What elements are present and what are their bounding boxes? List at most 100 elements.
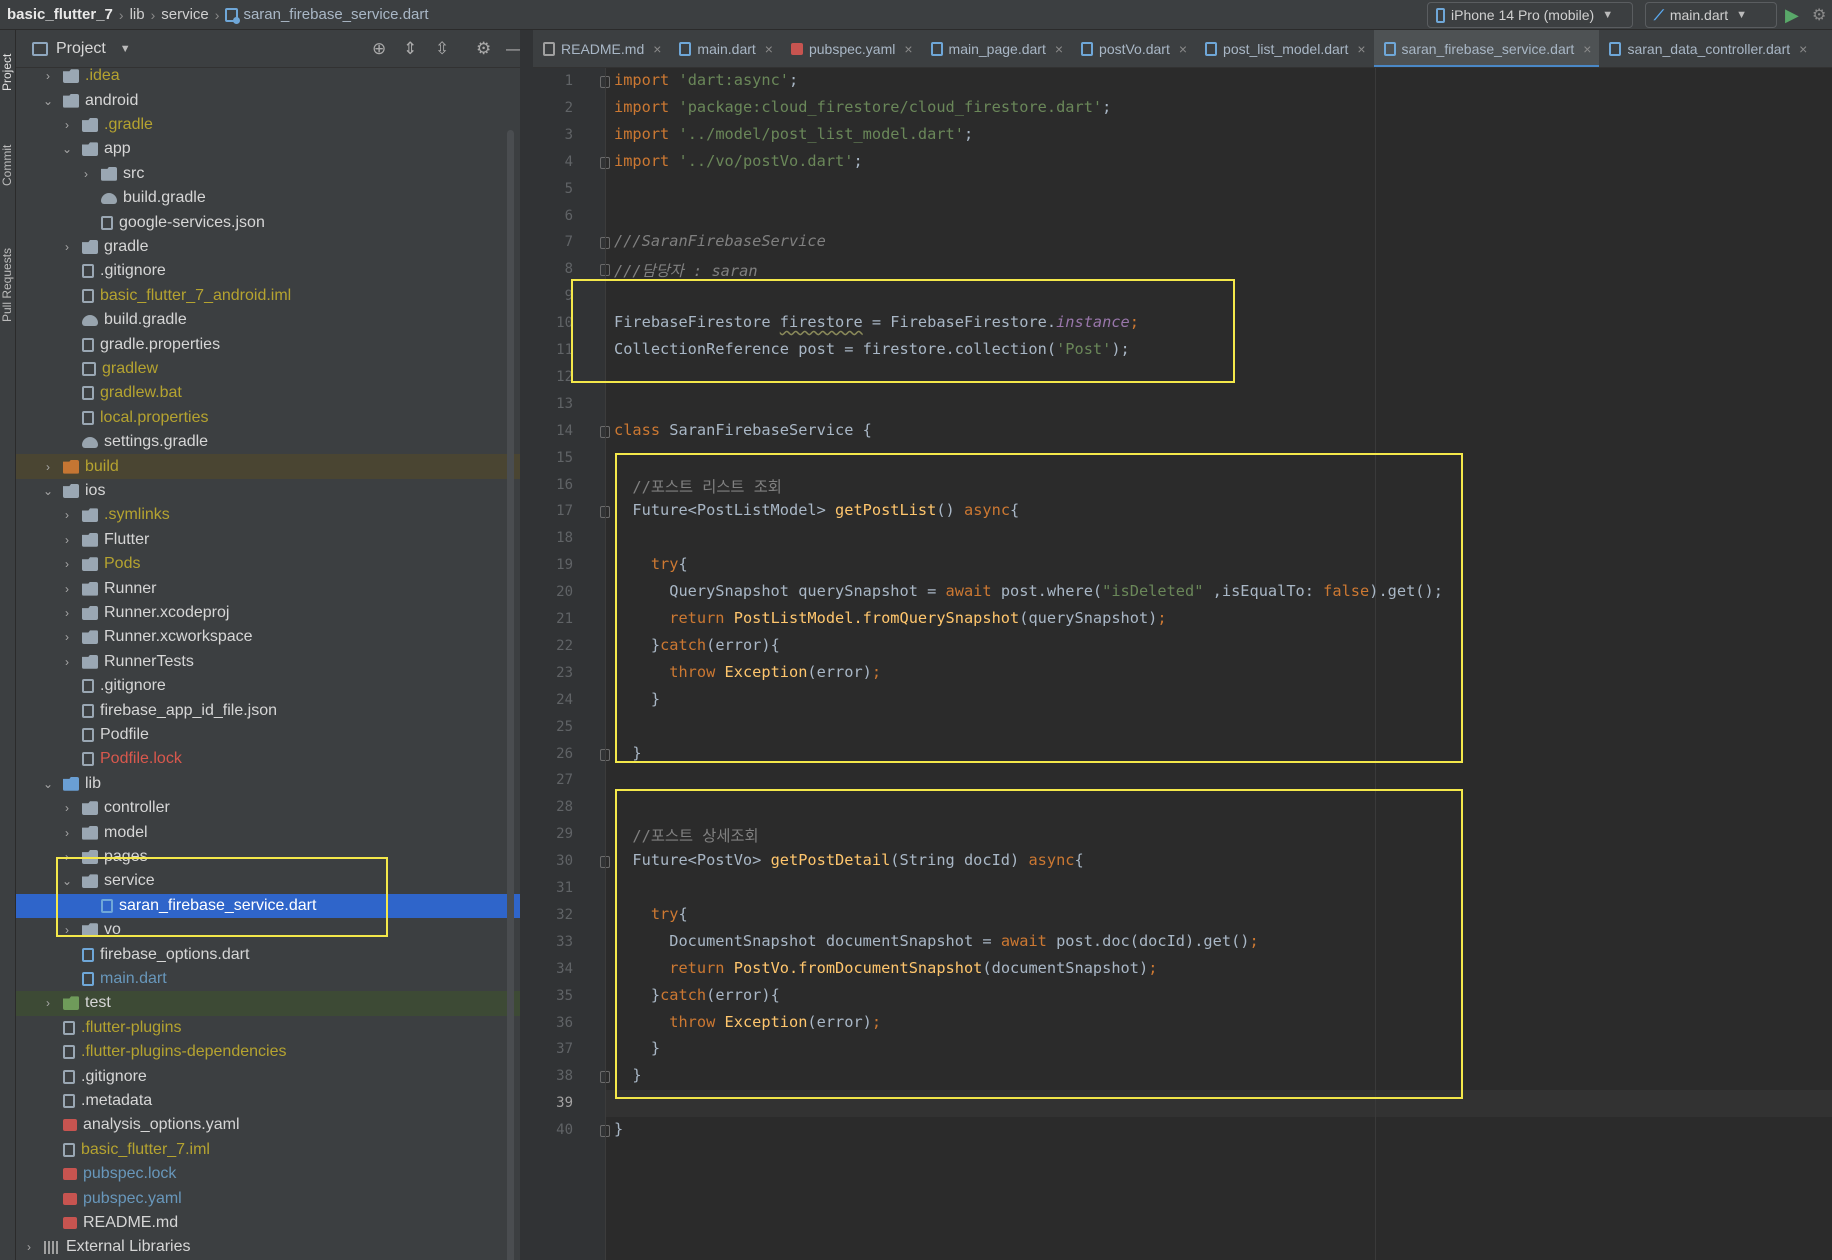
- tree-item[interactable]: pubspec.lock: [16, 1162, 520, 1186]
- editor-tab[interactable]: saran_firebase_service.dart ×: [1373, 30, 1600, 67]
- tree-item[interactable]: › .gradle: [16, 113, 520, 137]
- tree-item[interactable]: Podfile: [16, 723, 520, 747]
- chevron-right-icon[interactable]: ›: [60, 240, 74, 254]
- breadcrumb-lib[interactable]: lib: [130, 6, 145, 23]
- tree-item[interactable]: Podfile.lock: [16, 747, 520, 771]
- tree-item[interactable]: › External Libraries: [16, 1235, 520, 1259]
- tree-item[interactable]: › Runner: [16, 576, 520, 600]
- tree-item[interactable]: build.gradle: [16, 308, 520, 332]
- tree-item[interactable]: firebase_options.dart: [16, 942, 520, 966]
- close-icon[interactable]: ×: [653, 41, 661, 57]
- chevron-down-icon[interactable]: ⌄: [60, 142, 74, 156]
- tree-item[interactable]: › Pods: [16, 552, 520, 576]
- run-icon[interactable]: ▶: [1785, 5, 1805, 25]
- tree-item[interactable]: .metadata: [16, 1089, 520, 1113]
- tree-item[interactable]: basic_flutter_7_android.iml: [16, 284, 520, 308]
- chevron-down-icon[interactable]: ⌄: [41, 94, 55, 108]
- project-scrollbar[interactable]: [507, 130, 514, 1260]
- collapse-all-icon[interactable]: ⇳: [435, 39, 449, 59]
- tree-item[interactable]: README.md: [16, 1211, 520, 1235]
- tree-item[interactable]: gradlew: [16, 357, 520, 381]
- chevron-right-icon[interactable]: ›: [41, 69, 55, 83]
- breadcrumb-file[interactable]: saran_firebase_service.dart: [243, 6, 428, 23]
- chevron-down-icon[interactable]: ⌄: [41, 777, 55, 791]
- chevron-right-icon[interactable]: ›: [60, 118, 74, 132]
- tree-item[interactable]: .flutter-plugins-dependencies: [16, 1040, 520, 1064]
- tree-item[interactable]: local.properties: [16, 406, 520, 430]
- editor-tab[interactable]: postVo.dart ×: [1071, 30, 1195, 67]
- tree-item[interactable]: › build: [16, 454, 520, 479]
- close-icon[interactable]: ×: [1583, 41, 1591, 57]
- close-icon[interactable]: ×: [1179, 41, 1187, 57]
- commit-tool-tab[interactable]: Commit: [0, 130, 16, 200]
- code-editor[interactable]: 1 2 3 4 5 6 7 8 9 10 11 12 13 14 15 16 17 18 19 20 21 22 23 24 2…: [533, 68, 1832, 1260]
- tree-item[interactable]: › RunnerTests: [16, 650, 520, 674]
- tree-item[interactable]: › .symlinks: [16, 503, 520, 527]
- tree-item[interactable]: gradlew.bat: [16, 381, 520, 405]
- tree-item[interactable]: gradle.properties: [16, 332, 520, 356]
- tree-item[interactable]: pubspec.yaml: [16, 1186, 520, 1210]
- tree-item[interactable]: › src: [16, 162, 520, 186]
- editor-tab[interactable]: README.md ×: [533, 30, 669, 67]
- tree-item[interactable]: ⌄ app: [16, 137, 520, 161]
- tree-item[interactable]: basic_flutter_7.iml: [16, 1138, 520, 1162]
- chevron-down-icon[interactable]: ⌄: [41, 484, 55, 498]
- hide-panel-icon[interactable]: —: [506, 39, 520, 59]
- tree-item[interactable]: .flutter-plugins: [16, 1016, 520, 1040]
- gear-icon[interactable]: ⚙: [476, 39, 491, 59]
- tree-item[interactable]: saran_firebase_service.dart: [16, 893, 520, 918]
- chevron-right-icon[interactable]: ›: [22, 1240, 36, 1254]
- chevron-right-icon[interactable]: ›: [60, 655, 74, 669]
- tree-item[interactable]: settings.gradle: [16, 430, 520, 454]
- chevron-right-icon[interactable]: ›: [41, 460, 55, 474]
- expand-all-icon[interactable]: ⇕: [403, 39, 417, 59]
- locate-icon[interactable]: ⊕: [372, 39, 386, 59]
- project-tool-tab[interactable]: Project: [0, 42, 16, 102]
- tree-item[interactable]: › pages: [16, 845, 520, 869]
- chevron-right-icon[interactable]: ›: [79, 167, 93, 181]
- close-icon[interactable]: ×: [1357, 41, 1365, 57]
- close-icon[interactable]: ×: [1055, 41, 1063, 57]
- chevron-right-icon[interactable]: ›: [60, 801, 74, 815]
- tree-item[interactable]: › Runner.xcodeproj: [16, 601, 520, 625]
- breadcrumb-project[interactable]: basic_flutter_7: [7, 6, 113, 23]
- project-view-selector[interactable]: Project: [56, 40, 106, 58]
- run-config-selector[interactable]: ⟋ main.dart ▼: [1645, 2, 1777, 28]
- tree-item[interactable]: ⌄ service: [16, 869, 520, 893]
- tree-item[interactable]: › Runner.xcworkspace: [16, 625, 520, 649]
- tree-item[interactable]: › controller: [16, 796, 520, 820]
- chevron-right-icon[interactable]: ›: [60, 826, 74, 840]
- tree-item[interactable]: ⌄ lib: [16, 772, 520, 796]
- tree-item[interactable]: main.dart: [16, 967, 520, 991]
- editor-tab[interactable]: main.dart ×: [669, 30, 781, 67]
- editor-tab[interactable]: saran_data_controller.dart ×: [1599, 30, 1815, 67]
- panel-splitter[interactable]: [520, 30, 533, 1260]
- chevron-right-icon[interactable]: ›: [60, 850, 74, 864]
- tree-item[interactable]: › Flutter: [16, 528, 520, 552]
- breadcrumb-service[interactable]: service: [161, 6, 209, 23]
- tree-item[interactable]: analysis_options.yaml: [16, 1113, 520, 1137]
- tree-item[interactable]: .gitignore: [16, 674, 520, 698]
- close-icon[interactable]: ×: [765, 41, 773, 57]
- chevron-down-icon[interactable]: ⌄: [60, 874, 74, 888]
- device-selector[interactable]: iPhone 14 Pro (mobile) ▼: [1427, 2, 1633, 28]
- tree-item[interactable]: build.gradle: [16, 186, 520, 210]
- chevron-down-icon[interactable]: ▼: [120, 43, 131, 55]
- chevron-right-icon[interactable]: ›: [60, 606, 74, 620]
- pull-requests-tool-tab[interactable]: Pull Requests: [0, 230, 16, 340]
- settings-icon[interactable]: ⚙: [1812, 5, 1826, 25]
- chevron-right-icon[interactable]: ›: [60, 533, 74, 547]
- editor-tab[interactable]: pubspec.yaml ×: [781, 30, 921, 67]
- chevron-right-icon[interactable]: ›: [60, 557, 74, 571]
- tree-item[interactable]: ⌄ android: [16, 88, 520, 112]
- chevron-right-icon[interactable]: ›: [60, 582, 74, 596]
- chevron-right-icon[interactable]: ›: [60, 923, 74, 937]
- tree-item[interactable]: .gitignore: [16, 1064, 520, 1088]
- tree-item[interactable]: › gradle: [16, 235, 520, 259]
- editor-tab[interactable]: post_list_model.dart ×: [1195, 30, 1373, 67]
- tree-item[interactable]: firebase_app_id_file.json: [16, 698, 520, 722]
- chevron-right-icon[interactable]: ›: [60, 630, 74, 644]
- chevron-right-icon[interactable]: ›: [41, 996, 55, 1010]
- chevron-right-icon[interactable]: ›: [60, 508, 74, 522]
- close-icon[interactable]: ×: [1799, 41, 1807, 57]
